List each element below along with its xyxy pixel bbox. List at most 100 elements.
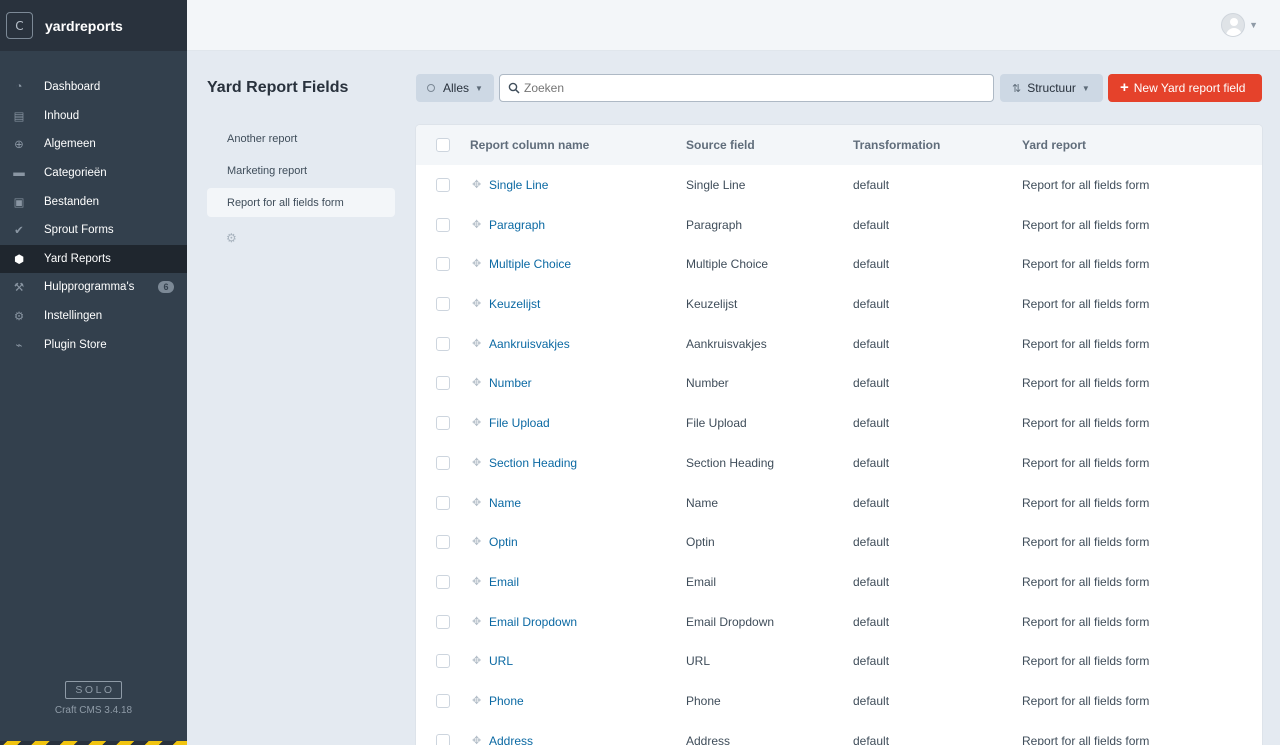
drag-handle-icon[interactable]: ✥ <box>472 575 481 588</box>
check-icon: ✔ <box>14 225 24 238</box>
field-name-link[interactable]: Section Heading <box>489 456 577 470</box>
source-item[interactable]: Marketing report <box>207 156 395 185</box>
nav-item[interactable]: ◔ Dashboard <box>0 73 187 102</box>
drag-handle-icon[interactable]: ✥ <box>472 456 481 469</box>
edition-info: SOLO Craft CMS 3.4.18 <box>0 681 187 716</box>
drag-handle-icon[interactable]: ✥ <box>472 297 481 310</box>
drag-handle-icon[interactable]: ✥ <box>472 178 481 191</box>
source-field-cell: Keuzelijst <box>686 297 738 312</box>
row-checkbox[interactable] <box>436 495 450 510</box>
row-checkbox[interactable] <box>436 376 450 391</box>
plus-icon: + <box>1120 79 1129 96</box>
sidebar: C yardreports ◔ Dashboard ▤ Inhoud ⊕ Algemeen… <box>0 0 187 745</box>
nav-item-label: Yard Reports <box>44 252 111 265</box>
edition-badge[interactable]: SOLO <box>65 681 122 699</box>
field-name-link[interactable]: Multiple Choice <box>489 257 571 271</box>
transformation-cell: default <box>853 178 890 192</box>
select-all-checkbox[interactable] <box>436 138 450 152</box>
new-field-label: New Yard report field <box>1133 81 1246 95</box>
field-name-link[interactable]: File Upload <box>489 416 550 430</box>
transformation-cell: default <box>853 574 890 589</box>
drag-handle-icon[interactable]: ✥ <box>472 535 481 548</box>
nav-item[interactable]: ▤ Inhoud <box>0 102 187 131</box>
row-checkbox[interactable] <box>436 217 450 232</box>
drag-handle-icon[interactable]: ✥ <box>472 416 481 429</box>
field-name-link[interactable]: Phone <box>489 694 524 708</box>
row-checkbox[interactable] <box>436 455 450 470</box>
column-header[interactable]: Yard report <box>1022 138 1086 152</box>
nav-item[interactable]: ⊕ Algemeen <box>0 130 187 159</box>
field-name-link[interactable]: Address <box>489 734 533 745</box>
search-input[interactable] <box>524 76 993 100</box>
dev-mode-stripe <box>0 741 187 745</box>
field-name-link[interactable]: Aankruisvakjes <box>489 337 570 351</box>
nav-item[interactable]: ▬ Categorieën <box>0 159 187 188</box>
nav-item[interactable]: ⚙ Instellingen <box>0 302 187 331</box>
nav-item[interactable]: ✔ Sprout Forms <box>0 216 187 245</box>
drag-handle-icon[interactable]: ✥ <box>472 496 481 509</box>
new-field-button[interactable]: + New Yard report field <box>1108 74 1262 102</box>
table-row: ✥ URL URL default Report for all fields form <box>416 641 1262 681</box>
craft-version: Craft CMS 3.4.18 <box>54 705 133 716</box>
yard-report-cell: Report for all fields form <box>1022 297 1150 312</box>
field-name-link[interactable]: URL <box>489 654 513 668</box>
status-filter-button[interactable]: Alles ▼ <box>416 74 494 102</box>
field-name-link[interactable]: Email Dropdown <box>489 615 577 629</box>
nav-item[interactable]: ⌁ Plugin Store <box>0 330 187 359</box>
row-checkbox[interactable] <box>436 416 450 431</box>
nav-item-label: Categorieën <box>44 167 107 180</box>
row-checkbox[interactable] <box>436 693 450 708</box>
drag-handle-icon[interactable]: ✥ <box>472 337 481 350</box>
drag-handle-icon[interactable]: ✥ <box>472 376 481 389</box>
nav-item-label: Dashboard <box>44 81 101 94</box>
search-box[interactable] <box>499 74 994 102</box>
sources-sidebar: Another report Marketing report Report for… <box>207 124 395 245</box>
field-name-link[interactable]: Email <box>489 575 519 589</box>
site-name[interactable]: yardreports <box>45 18 123 34</box>
row-checkbox[interactable] <box>436 614 450 629</box>
field-name-link[interactable]: Keuzelijst <box>489 297 540 311</box>
row-checkbox[interactable] <box>436 574 450 589</box>
field-name-link[interactable]: Paragraph <box>489 218 545 232</box>
yard-report-cell: Report for all fields form <box>1022 257 1150 272</box>
source-field-cell: Address <box>686 733 731 745</box>
column-header[interactable]: Source field <box>686 138 755 152</box>
drag-handle-icon[interactable]: ✥ <box>472 218 481 231</box>
drag-handle-icon[interactable]: ✥ <box>472 694 481 707</box>
site-icon[interactable]: C <box>6 12 33 39</box>
gear-icon[interactable]: ⚙ <box>226 231 395 245</box>
yard-report-cell: Report for all fields form <box>1022 376 1150 391</box>
drag-handle-icon[interactable]: ✥ <box>472 257 481 270</box>
table-body: ✥ Single Line Single Line default Report for… <box>416 165 1262 745</box>
row-checkbox[interactable] <box>436 297 450 312</box>
source-item[interactable]: Another report <box>207 124 395 153</box>
field-name-link[interactable]: Name <box>489 496 521 510</box>
yard-report-cell: Report for all fields form <box>1022 455 1150 470</box>
transformation-cell: default <box>853 693 890 708</box>
account-menu[interactable]: ▼ <box>1221 13 1258 37</box>
transformation-cell: default <box>853 614 890 629</box>
field-name-link[interactable]: Number <box>489 376 532 390</box>
row-checkbox[interactable] <box>436 336 450 351</box>
row-checkbox[interactable] <box>436 733 450 745</box>
row-checkbox[interactable] <box>436 535 450 550</box>
row-checkbox[interactable] <box>436 178 450 192</box>
nav-item[interactable]: ▣ Bestanden <box>0 187 187 216</box>
source-item[interactable]: Report for all fields form <box>207 188 395 217</box>
row-checkbox[interactable] <box>436 654 450 669</box>
sort-button[interactable]: ⇅ Structuur ▼ <box>1000 74 1103 102</box>
nav-item[interactable]: ⬢ Yard Reports <box>0 244 187 274</box>
drag-handle-icon[interactable]: ✥ <box>472 734 481 745</box>
nav-item[interactable]: ⚒ Hulpprogramma's 6 <box>0 273 187 302</box>
column-header[interactable]: Report column name <box>470 138 589 152</box>
site-header[interactable]: C yardreports <box>0 0 187 51</box>
field-name-link[interactable]: Single Line <box>489 178 548 192</box>
row-checkbox[interactable] <box>436 257 450 272</box>
newspaper-icon: ▤ <box>13 110 25 123</box>
drag-handle-icon[interactable]: ✥ <box>472 654 481 667</box>
fields-table: Report column name Source field Transfor… <box>416 125 1262 745</box>
avatar[interactable] <box>1221 13 1246 37</box>
drag-handle-icon[interactable]: ✥ <box>472 615 481 628</box>
field-name-link[interactable]: Optin <box>489 535 518 549</box>
column-header[interactable]: Transformation <box>853 138 940 152</box>
